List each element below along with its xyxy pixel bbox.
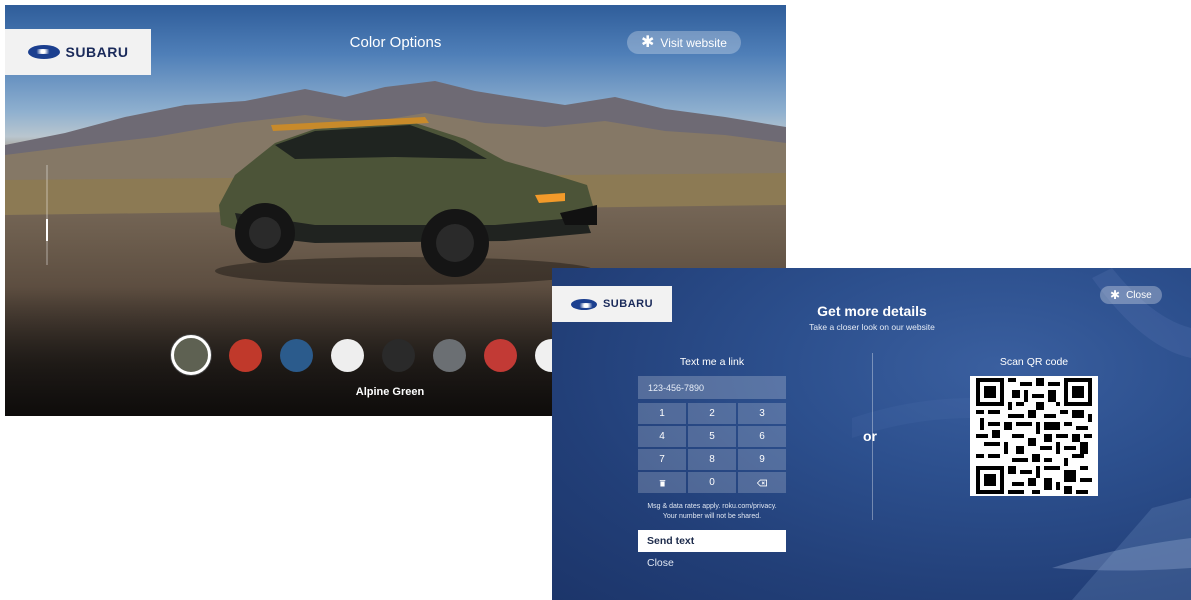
visit-website-label: Visit website [660, 35, 727, 50]
key-1[interactable]: 1 [638, 403, 686, 424]
clear-key[interactable] [638, 472, 686, 493]
swatch-dark-red[interactable] [484, 338, 517, 372]
phone-number-input[interactable] [638, 376, 786, 399]
key-7[interactable]: 7 [638, 449, 686, 470]
key-2[interactable]: 2 [688, 403, 736, 424]
key-4[interactable]: 4 [638, 426, 686, 447]
trash-icon [659, 479, 665, 486]
asterisk-icon: ✱ [641, 33, 655, 51]
color-swatch-row [171, 335, 568, 375]
text-link-heading: Text me a link [679, 356, 745, 368]
swatch-blue[interactable] [280, 338, 313, 372]
key-8[interactable]: 8 [688, 449, 736, 470]
key-0[interactable]: 0 [688, 472, 736, 493]
swatch-white[interactable] [331, 338, 364, 372]
disclaimer-text: Msg & data rates apply. roku.com/privacy… [630, 502, 794, 522]
number-keypad: 1 2 3 4 5 6 7 8 9 0 [638, 403, 786, 493]
scroll-thumb[interactable] [46, 219, 48, 241]
qr-code-icon [976, 378, 1092, 494]
visit-website-button[interactable]: ✱ Visit website [627, 31, 741, 54]
selected-color-name: Alpine Green [355, 386, 425, 398]
scroll-track[interactable] [46, 165, 48, 265]
disclaimer-line-2: Your number will not be shared. [662, 513, 762, 520]
swatch-gray[interactable] [433, 338, 466, 372]
or-separator: or [863, 428, 877, 444]
send-text-button[interactable]: Send text [638, 530, 786, 552]
close-button-label: Close [1126, 289, 1152, 301]
key-6[interactable]: 6 [738, 426, 786, 447]
asterisk-icon: ✱ [1110, 288, 1121, 302]
backspace-icon [757, 479, 767, 486]
key-9[interactable]: 9 [738, 449, 786, 470]
swatch-black[interactable] [382, 338, 415, 372]
swatch-red[interactable] [229, 338, 262, 372]
swatch-alpine-green[interactable] [171, 335, 211, 375]
dialog-title: Get more details [817, 303, 927, 319]
qr-heading: Scan QR code [999, 356, 1069, 368]
close-link[interactable]: Close [647, 557, 674, 569]
key-5[interactable]: 5 [688, 426, 736, 447]
key-3[interactable]: 3 [738, 403, 786, 424]
get-more-details-screen: SUBARU ✱ Close Get more details Take a c… [552, 268, 1191, 600]
car-image [215, 117, 597, 285]
disclaimer-line-1: Msg & data rates apply. roku.com/privacy… [647, 503, 777, 510]
subaru-emblem-icon [570, 298, 597, 310]
backspace-key[interactable] [738, 472, 786, 493]
brand-name: SUBARU [602, 298, 654, 310]
close-button[interactable]: ✱ Close [1100, 286, 1162, 304]
subaru-logo: SUBARU [552, 286, 672, 322]
dialog-subtitle: Take a closer look on our website [809, 322, 935, 332]
qr-code [970, 376, 1098, 496]
